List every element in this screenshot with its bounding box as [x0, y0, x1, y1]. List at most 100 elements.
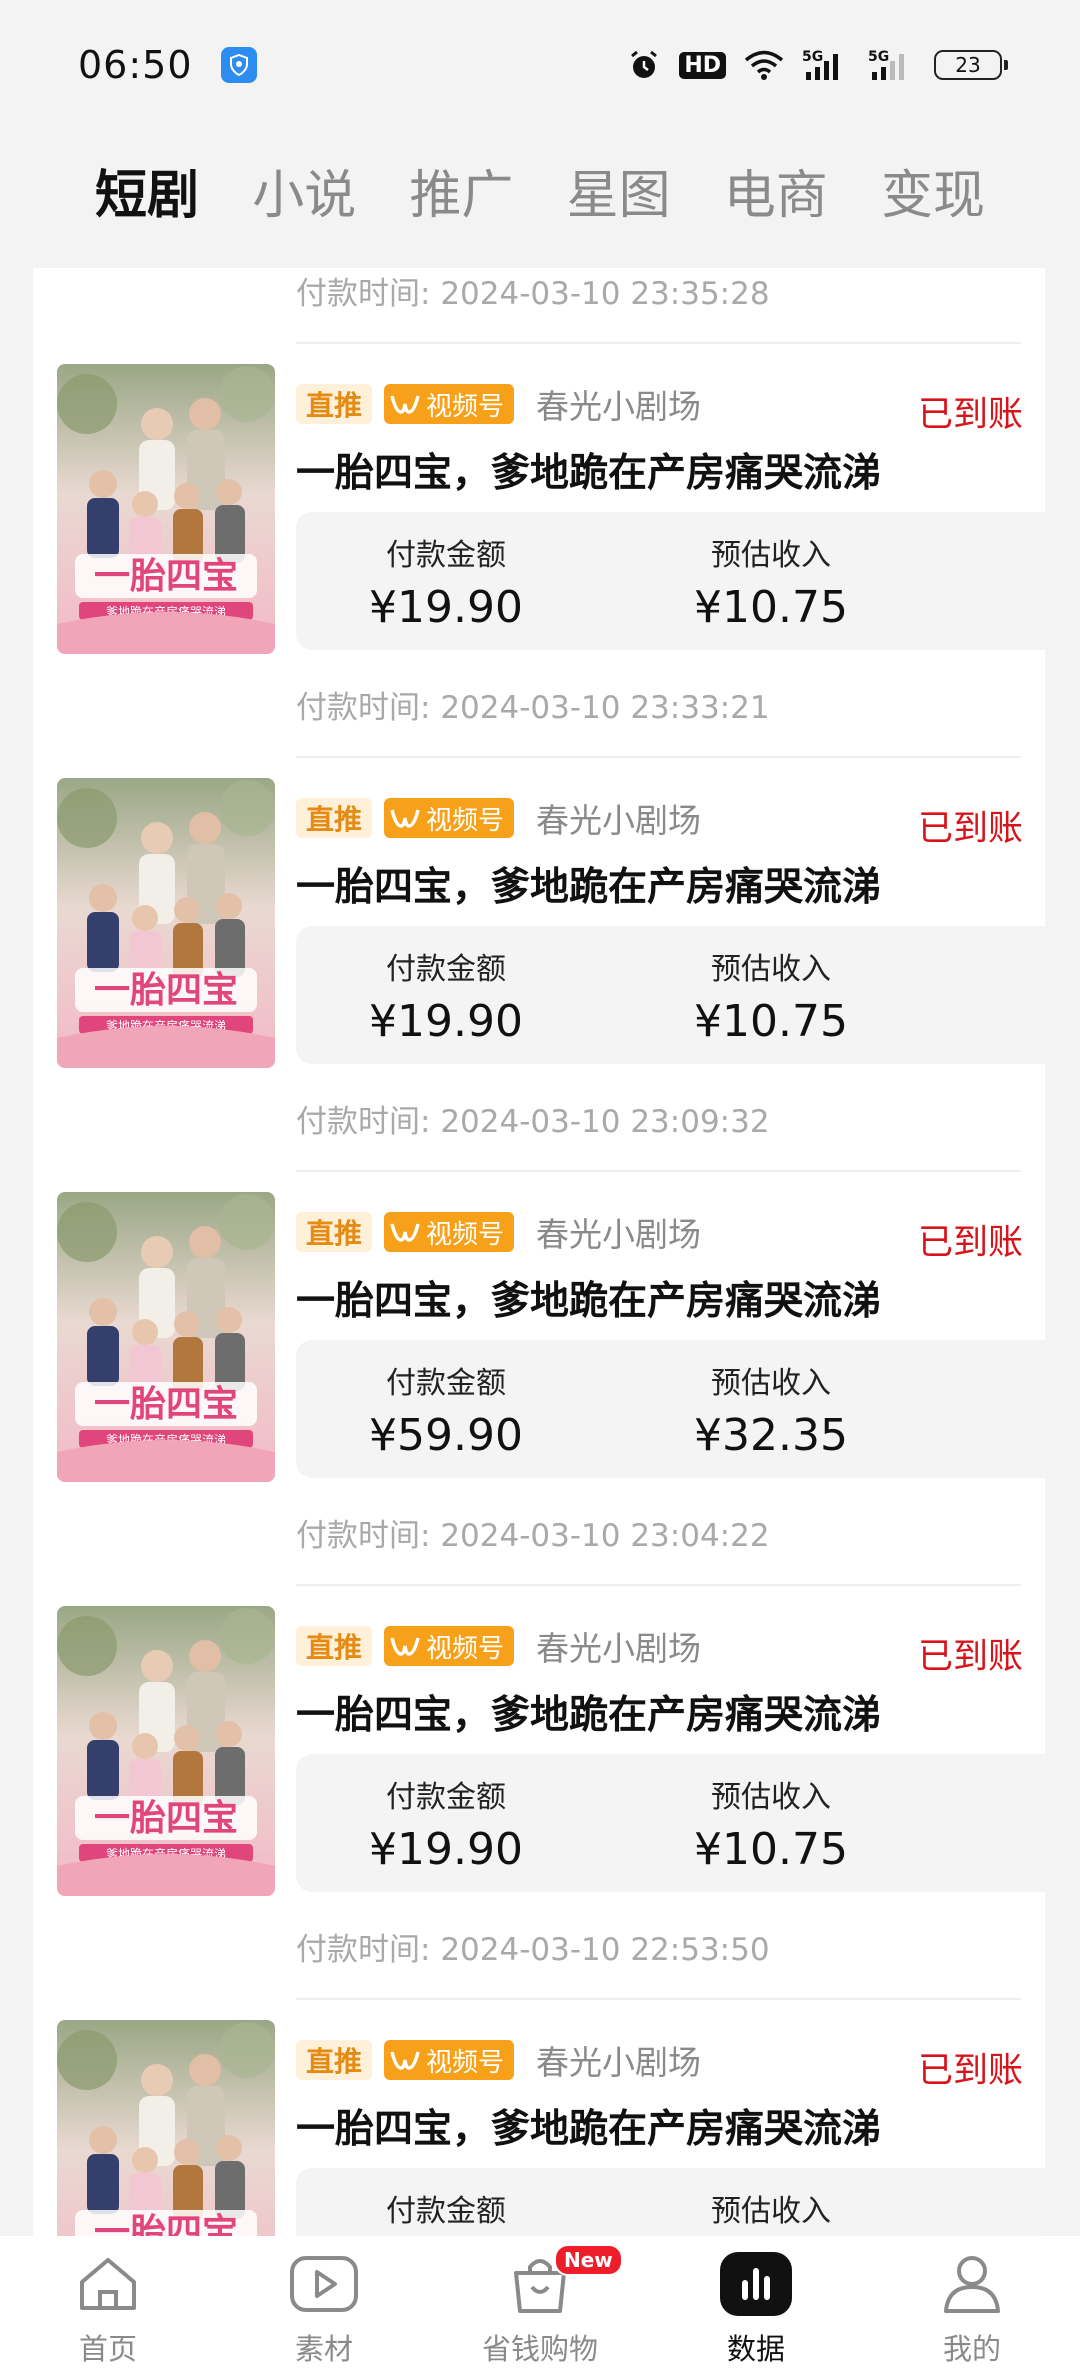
video-channel-icon — [390, 395, 420, 414]
nav-materials-label: 素材 — [294, 2332, 353, 2366]
status-badge: 已到账 — [917, 2051, 1023, 2091]
nav-home-label: 首页 — [78, 2332, 137, 2366]
order-item[interactable]: 一胎四宝 爹地跪在产房痛哭流涕 直推 视频号 春光小剧场 已到账 一胎四宝，爹地… — [33, 778, 1045, 1098]
pay-time-row: 付款时间: 2024-03-10 23:04:22 — [296, 1510, 770, 1555]
order-tags: 直推 视频号 春光小剧场 — [296, 384, 701, 426]
income-value: ¥10.75 — [694, 1824, 848, 1875]
status-badge: 已到账 — [917, 395, 1023, 435]
income-label: 预估收入 — [711, 952, 831, 987]
bottom-nav: 首页 素材 New 省钱购物 数据 我的 — [0, 2236, 1080, 2376]
pay-amount-label: 付款金额 — [386, 1780, 506, 1815]
tag-video-channel: 视频号 — [384, 1626, 515, 1666]
tab-promotion[interactable]: 推广 — [409, 153, 513, 228]
drama-title[interactable]: 一胎四宝，爹地跪在产房痛哭流涕 — [296, 1684, 881, 1740]
order-item[interactable]: 一胎四宝 爹地跪在产房痛哭流涕 直推 视频号 春光小剧场 已到账 一胎四宝，爹地… — [33, 364, 1045, 684]
income-col: 预估收入 — [621, 2186, 921, 2230]
pay-time-value: 2024-03-10 23:33:21 — [440, 690, 770, 726]
video-channel-icon — [390, 1223, 420, 1242]
divider — [296, 342, 1021, 344]
divider — [296, 1584, 1021, 1586]
pay-amount-col: 付款金额 ¥19.90 — [296, 1772, 596, 1875]
divider — [296, 756, 1021, 758]
video-channel-icon — [390, 2051, 420, 2070]
drama-title[interactable]: 一胎四宝，爹地跪在产房痛哭流涕 — [296, 2098, 881, 2154]
signal-5g-secondary-icon: 5G — [868, 48, 916, 82]
order-tags: 直推 视频号 春光小剧场 — [296, 1212, 701, 1254]
nav-data-label: 数据 — [726, 2332, 785, 2366]
video-channel-icon — [390, 1637, 420, 1656]
drama-poster-image[interactable]: 一胎四宝 爹地跪在产房痛哭流涕 — [57, 364, 275, 654]
wifi-icon — [744, 49, 784, 81]
clock: 06:50 — [78, 43, 193, 87]
tag-video-channel: 视频号 — [384, 1212, 515, 1252]
tab-star-map[interactable]: 星图 — [567, 153, 671, 228]
tag-video-channel-label: 视频号 — [426, 391, 505, 422]
status-badge: 已到账 — [917, 1223, 1023, 1263]
tag-video-channel-label: 视频号 — [426, 1219, 505, 1250]
tab-monetize[interactable]: 变现 — [881, 153, 985, 228]
income-col: 预估收入 ¥10.75 — [621, 1772, 921, 1875]
drama-title[interactable]: 一胎四宝，爹地跪在产房痛哭流涕 — [296, 1270, 881, 1326]
nav-profile[interactable]: 我的 — [882, 2250, 1062, 2368]
drama-poster-image[interactable]: 一胎四宝 爹地跪在产房痛哭流涕 — [57, 1192, 275, 1482]
alarm-icon — [627, 48, 661, 82]
pay-amount-value: ¥19.90 — [369, 996, 523, 1047]
video-channel-icon — [390, 809, 420, 828]
home-icon — [72, 2250, 144, 2318]
pay-amount-label: 付款金额 — [386, 2194, 506, 2229]
tag-video-channel-label: 视频号 — [426, 2047, 505, 2078]
order-list[interactable]: 付款时间: 2024-03-10 23:35:28 一胎四宝 直推 视频号 春光… — [33, 268, 1045, 2238]
amount-box: 付款金额 预估收入 — [296, 2168, 1045, 2238]
tab-short-drama[interactable]: 短剧 — [95, 153, 199, 228]
pay-time-value: 2024-03-10 23:35:28 — [440, 276, 770, 312]
pay-time-label: 付款时间: — [296, 690, 431, 726]
order-tags: 直推 视频号 春光小剧场 — [296, 798, 701, 840]
order-item[interactable]: 一胎四宝 爹地跪在产房痛哭流涕 直推 视频号 春光小剧场 已到账 一胎四宝，爹地… — [33, 1192, 1045, 1512]
nav-shopping[interactable]: New 省钱购物 — [450, 2244, 630, 2368]
drama-poster-image[interactable]: 一胎四宝 — [57, 2020, 275, 2238]
hd-voice-icon: HD — [679, 51, 726, 79]
drama-title[interactable]: 一胎四宝，爹地跪在产房痛哭流涕 — [296, 856, 881, 912]
nav-materials[interactable]: 素材 — [234, 2250, 414, 2368]
nav-home[interactable]: 首页 — [18, 2250, 198, 2368]
svg-text:5G: 5G — [868, 49, 889, 65]
pay-amount-value: ¥19.90 — [369, 582, 523, 633]
pay-time-row: 付款时间: 2024-03-10 23:33:21 — [296, 682, 770, 727]
tag-video-channel-label: 视频号 — [426, 805, 505, 836]
tag-video-channel: 视频号 — [384, 384, 515, 424]
status-bar: 06:50 HD 5G 5G 23 — [0, 0, 1080, 130]
pay-amount-col: 付款金额 — [296, 2186, 596, 2230]
theater-name: 春光小剧场 — [536, 387, 702, 426]
tab-novel[interactable]: 小说 — [252, 153, 356, 228]
nav-shopping-label: 省钱购物 — [481, 2332, 598, 2366]
poster-title-text: 一胎四宝 — [94, 556, 238, 597]
play-icon — [288, 2250, 360, 2318]
order-tags: 直推 视频号 春光小剧场 — [296, 1626, 701, 1668]
pay-time-label: 付款时间: — [296, 1932, 431, 1968]
amount-box: 付款金额 ¥59.90 预估收入 ¥32.35 — [296, 1340, 1045, 1478]
income-label: 预估收入 — [711, 1780, 831, 1815]
poster-title-text: 一胎四宝 — [94, 1798, 238, 1839]
drama-title[interactable]: 一胎四宝，爹地跪在产房痛哭流涕 — [296, 442, 881, 498]
drama-poster-image[interactable]: 一胎四宝 爹地跪在产房痛哭流涕 — [57, 778, 275, 1068]
income-col: 预估收入 ¥10.75 — [621, 530, 921, 633]
order-item[interactable]: 一胎四宝 直推 视频号 春光小剧场 已到账 一胎四宝，爹地跪在产房痛哭流涕 付款… — [33, 2020, 1045, 2238]
pay-amount-col: 付款金额 ¥19.90 — [296, 530, 596, 633]
theater-name: 春光小剧场 — [536, 1215, 702, 1254]
pay-time-label: 付款时间: — [296, 1104, 431, 1140]
tag-video-channel-label: 视频号 — [426, 1633, 505, 1664]
theater-name: 春光小剧场 — [536, 2043, 702, 2082]
tab-ecommerce[interactable]: 电商 — [724, 153, 828, 228]
signal-5g-icon: 5G — [802, 48, 850, 82]
income-label: 预估收入 — [711, 2194, 831, 2229]
pay-time-label: 付款时间: — [296, 1518, 431, 1554]
tag-video-channel: 视频号 — [384, 2040, 515, 2080]
nav-data[interactable]: 数据 — [666, 2250, 846, 2368]
nav-profile-label: 我的 — [942, 2332, 1001, 2366]
pay-time-value: 2024-03-10 22:53:50 — [440, 1932, 770, 1968]
pay-time-value: 2024-03-10 23:09:32 — [440, 1104, 770, 1140]
svg-text:5G: 5G — [802, 49, 823, 65]
order-item[interactable]: 一胎四宝 爹地跪在产房痛哭流涕 直推 视频号 春光小剧场 已到账 一胎四宝，爹地… — [33, 1606, 1045, 1926]
tag-direct: 直推 — [296, 1626, 373, 1666]
drama-poster-image[interactable]: 一胎四宝 爹地跪在产房痛哭流涕 — [57, 1606, 275, 1896]
